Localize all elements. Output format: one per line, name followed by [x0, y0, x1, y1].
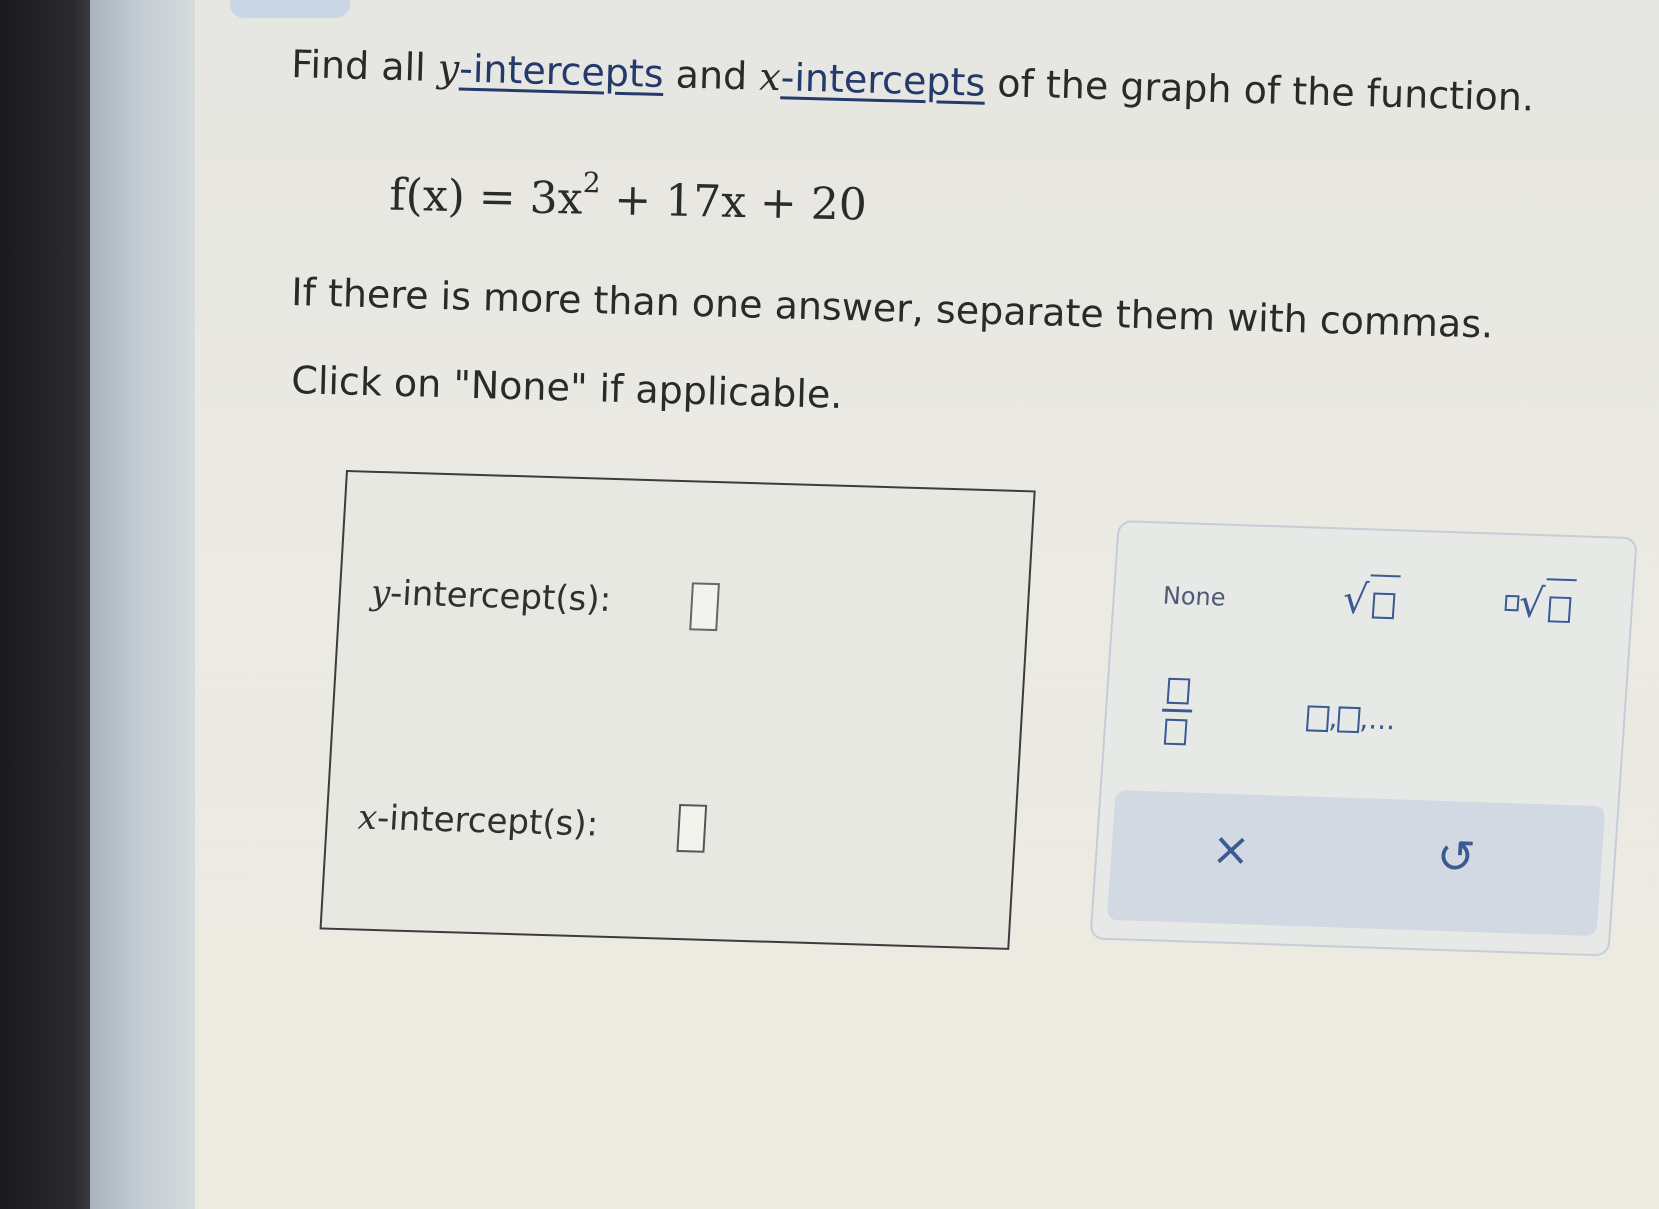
x-variable: x	[758, 54, 782, 100]
list-icon[interactable]: ,,...	[1305, 700, 1397, 736]
prompt-text-start: Find all	[290, 42, 427, 90]
undo-icon[interactable]: ↺	[1435, 829, 1477, 884]
x-label-var: x	[356, 797, 379, 839]
square-root-icon[interactable]: √	[1341, 574, 1401, 628]
answer-box: y-intercept(s): x-intercept(s):	[319, 470, 1036, 950]
math-keypad: None √ √ ,,... × ↺	[1089, 520, 1638, 957]
function-formula: f(x) = 3x2 + 17x + 20	[388, 166, 868, 231]
y-intercept-label: y-intercept(s):	[370, 573, 612, 620]
y-intercept-input[interactable]	[689, 582, 720, 632]
formula-lhs: f(x) = 3x	[388, 169, 584, 225]
top-tab[interactable]	[230, 0, 350, 18]
monitor-bezel	[0, 0, 90, 1209]
fraction-icon[interactable]	[1160, 674, 1195, 747]
side-panel	[90, 0, 195, 1209]
y-label-text: -intercept(s):	[389, 573, 613, 620]
clear-x-icon[interactable]: ×	[1210, 821, 1252, 876]
x-intercept-label: x-intercept(s):	[357, 798, 599, 845]
x-intercepts-link[interactable]: -intercepts	[780, 55, 986, 105]
formula-exponent: 2	[582, 166, 602, 200]
formula-rhs: + 17x + 20	[613, 174, 868, 231]
y-intercepts-link[interactable]: -intercepts	[459, 47, 665, 97]
x-label-text: -intercept(s):	[376, 798, 600, 845]
nth-root-icon[interactable]: √	[1503, 575, 1577, 632]
prompt-and: and	[675, 52, 748, 99]
y-variable: y	[437, 45, 460, 91]
none-button[interactable]: None	[1162, 582, 1226, 612]
keypad-action-bar: × ↺	[1106, 790, 1606, 937]
x-intercept-input[interactable]	[676, 804, 708, 853]
